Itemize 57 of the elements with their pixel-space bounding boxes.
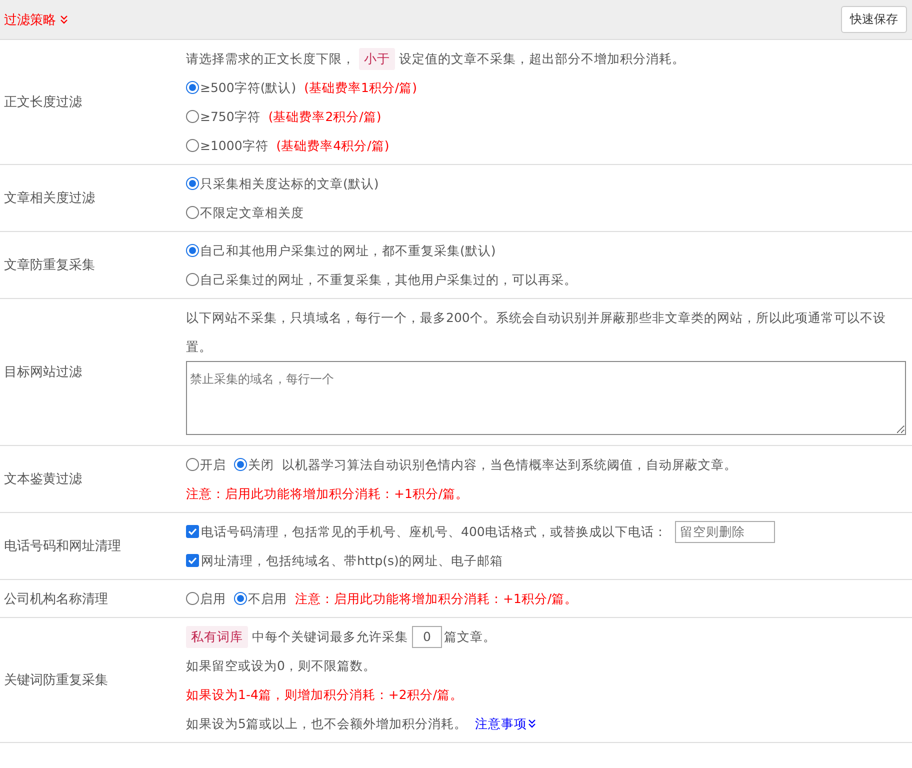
radio-button[interactable] — [186, 458, 199, 471]
row-label: 目标网站过滤 — [4, 364, 82, 381]
option-label[interactable]: 开启 — [200, 450, 226, 479]
chevron-icon — [528, 719, 536, 728]
row-label: 文本鉴黄过滤 — [4, 471, 82, 488]
row-label: 电话号码和网址清理 — [4, 538, 121, 555]
description-text: 请选择需求的正文长度下限， — [186, 50, 355, 68]
description-text: 如果设为5篇或以上，也不会额外增加积分消耗。 — [186, 715, 467, 733]
warning-text: (基础费率2积分/篇) — [268, 108, 382, 126]
count-field[interactable]: 0 — [412, 626, 442, 648]
checkbox[interactable] — [186, 554, 199, 567]
radio-button[interactable] — [186, 244, 199, 257]
radio-button[interactable] — [186, 206, 199, 219]
option-label[interactable]: 不限定文章相关度 — [200, 198, 304, 227]
radio-button[interactable] — [186, 81, 199, 94]
radio-button[interactable] — [186, 177, 199, 190]
checkbox[interactable] — [186, 525, 199, 538]
option-label[interactable]: ≥500字符(默认) — [200, 73, 296, 102]
highlight-tag: 私有词库 — [186, 626, 248, 648]
radio-button[interactable] — [234, 592, 247, 605]
option-label[interactable]: 不启用 — [248, 584, 287, 613]
row-label: 关键词防重复采集 — [4, 672, 108, 689]
description-text: 以机器学习算法自动识别色情内容，当色情概率达到系统阈值，自动屏蔽文章。 — [282, 456, 737, 474]
option-label[interactable]: ≥1000字符 — [200, 131, 268, 160]
radio-button[interactable] — [186, 139, 199, 152]
radio-button[interactable] — [186, 110, 199, 123]
phone-field[interactable]: 留空则删除 — [674, 520, 775, 542]
description-text: 设定值的文章不采集，超出部分不增加积分消耗。 — [399, 50, 685, 68]
option-label[interactable]: ≥750字符 — [200, 102, 260, 131]
row-label: 文章防重复采集 — [4, 257, 95, 274]
warning-text: 注意：启用此功能将增加积分消耗：+1积分/篇。 — [186, 485, 469, 503]
description-text: 篇文章。 — [444, 628, 496, 646]
option-label[interactable]: 启用 — [200, 584, 226, 613]
row-label: 文章相关度过滤 — [4, 190, 95, 207]
option-label[interactable]: 电话号码清理，包括常见的手机号、座机号、400电话格式，或替换成以下电话： — [201, 517, 667, 546]
warning-text: (基础费率4积分/篇) — [276, 137, 390, 155]
radio-button[interactable] — [186, 273, 199, 286]
warning-text: 注意：启用此功能将增加积分消耗：+1积分/篇。 — [295, 590, 578, 608]
domain-field[interactable]: 禁止采集的域名，每行一个 — [186, 361, 906, 435]
highlight-tag: 小于 — [359, 48, 395, 70]
description-text: 中每个关键词最多允许采集 — [252, 628, 408, 646]
description-text: 以下网站不采集，只填域名，每行一个，最多200个。系统会自动识别并屏蔽那些非文章类的网站，所以此项通常可以不设置。 — [186, 309, 887, 356]
option-label[interactable]: 关闭 — [248, 450, 274, 479]
radio-button[interactable] — [186, 592, 199, 605]
option-label[interactable]: 网址清理，包括纯域名、带http(s)的网址、电子邮箱 — [201, 546, 503, 575]
row-label: 正文长度过滤 — [4, 94, 82, 111]
chevron-icon — [60, 15, 68, 24]
row-label: 公司机构名称清理 — [4, 590, 108, 608]
save-button[interactable]: 快速保存 — [841, 6, 907, 33]
option-label[interactable]: 自己采集过的网址，不重复采集，其他用户采集过的，可以再采。 — [200, 265, 577, 294]
option-label[interactable]: 只采集相关度达标的文章(默认) — [200, 169, 379, 198]
notes-link[interactable]: 注意事项 — [474, 709, 536, 738]
description-text: 如果留空或设为0，则不限篇数。 — [186, 657, 376, 675]
option-label[interactable]: 自己和其他用户采集过的网址，都不重复采集(默认) — [200, 236, 496, 265]
warning-text: 如果设为1-4篇，则增加积分消耗：+2积分/篇。 — [186, 686, 464, 704]
radio-button[interactable] — [234, 458, 247, 471]
warning-text: (基础费率1积分/篇) — [304, 79, 418, 97]
